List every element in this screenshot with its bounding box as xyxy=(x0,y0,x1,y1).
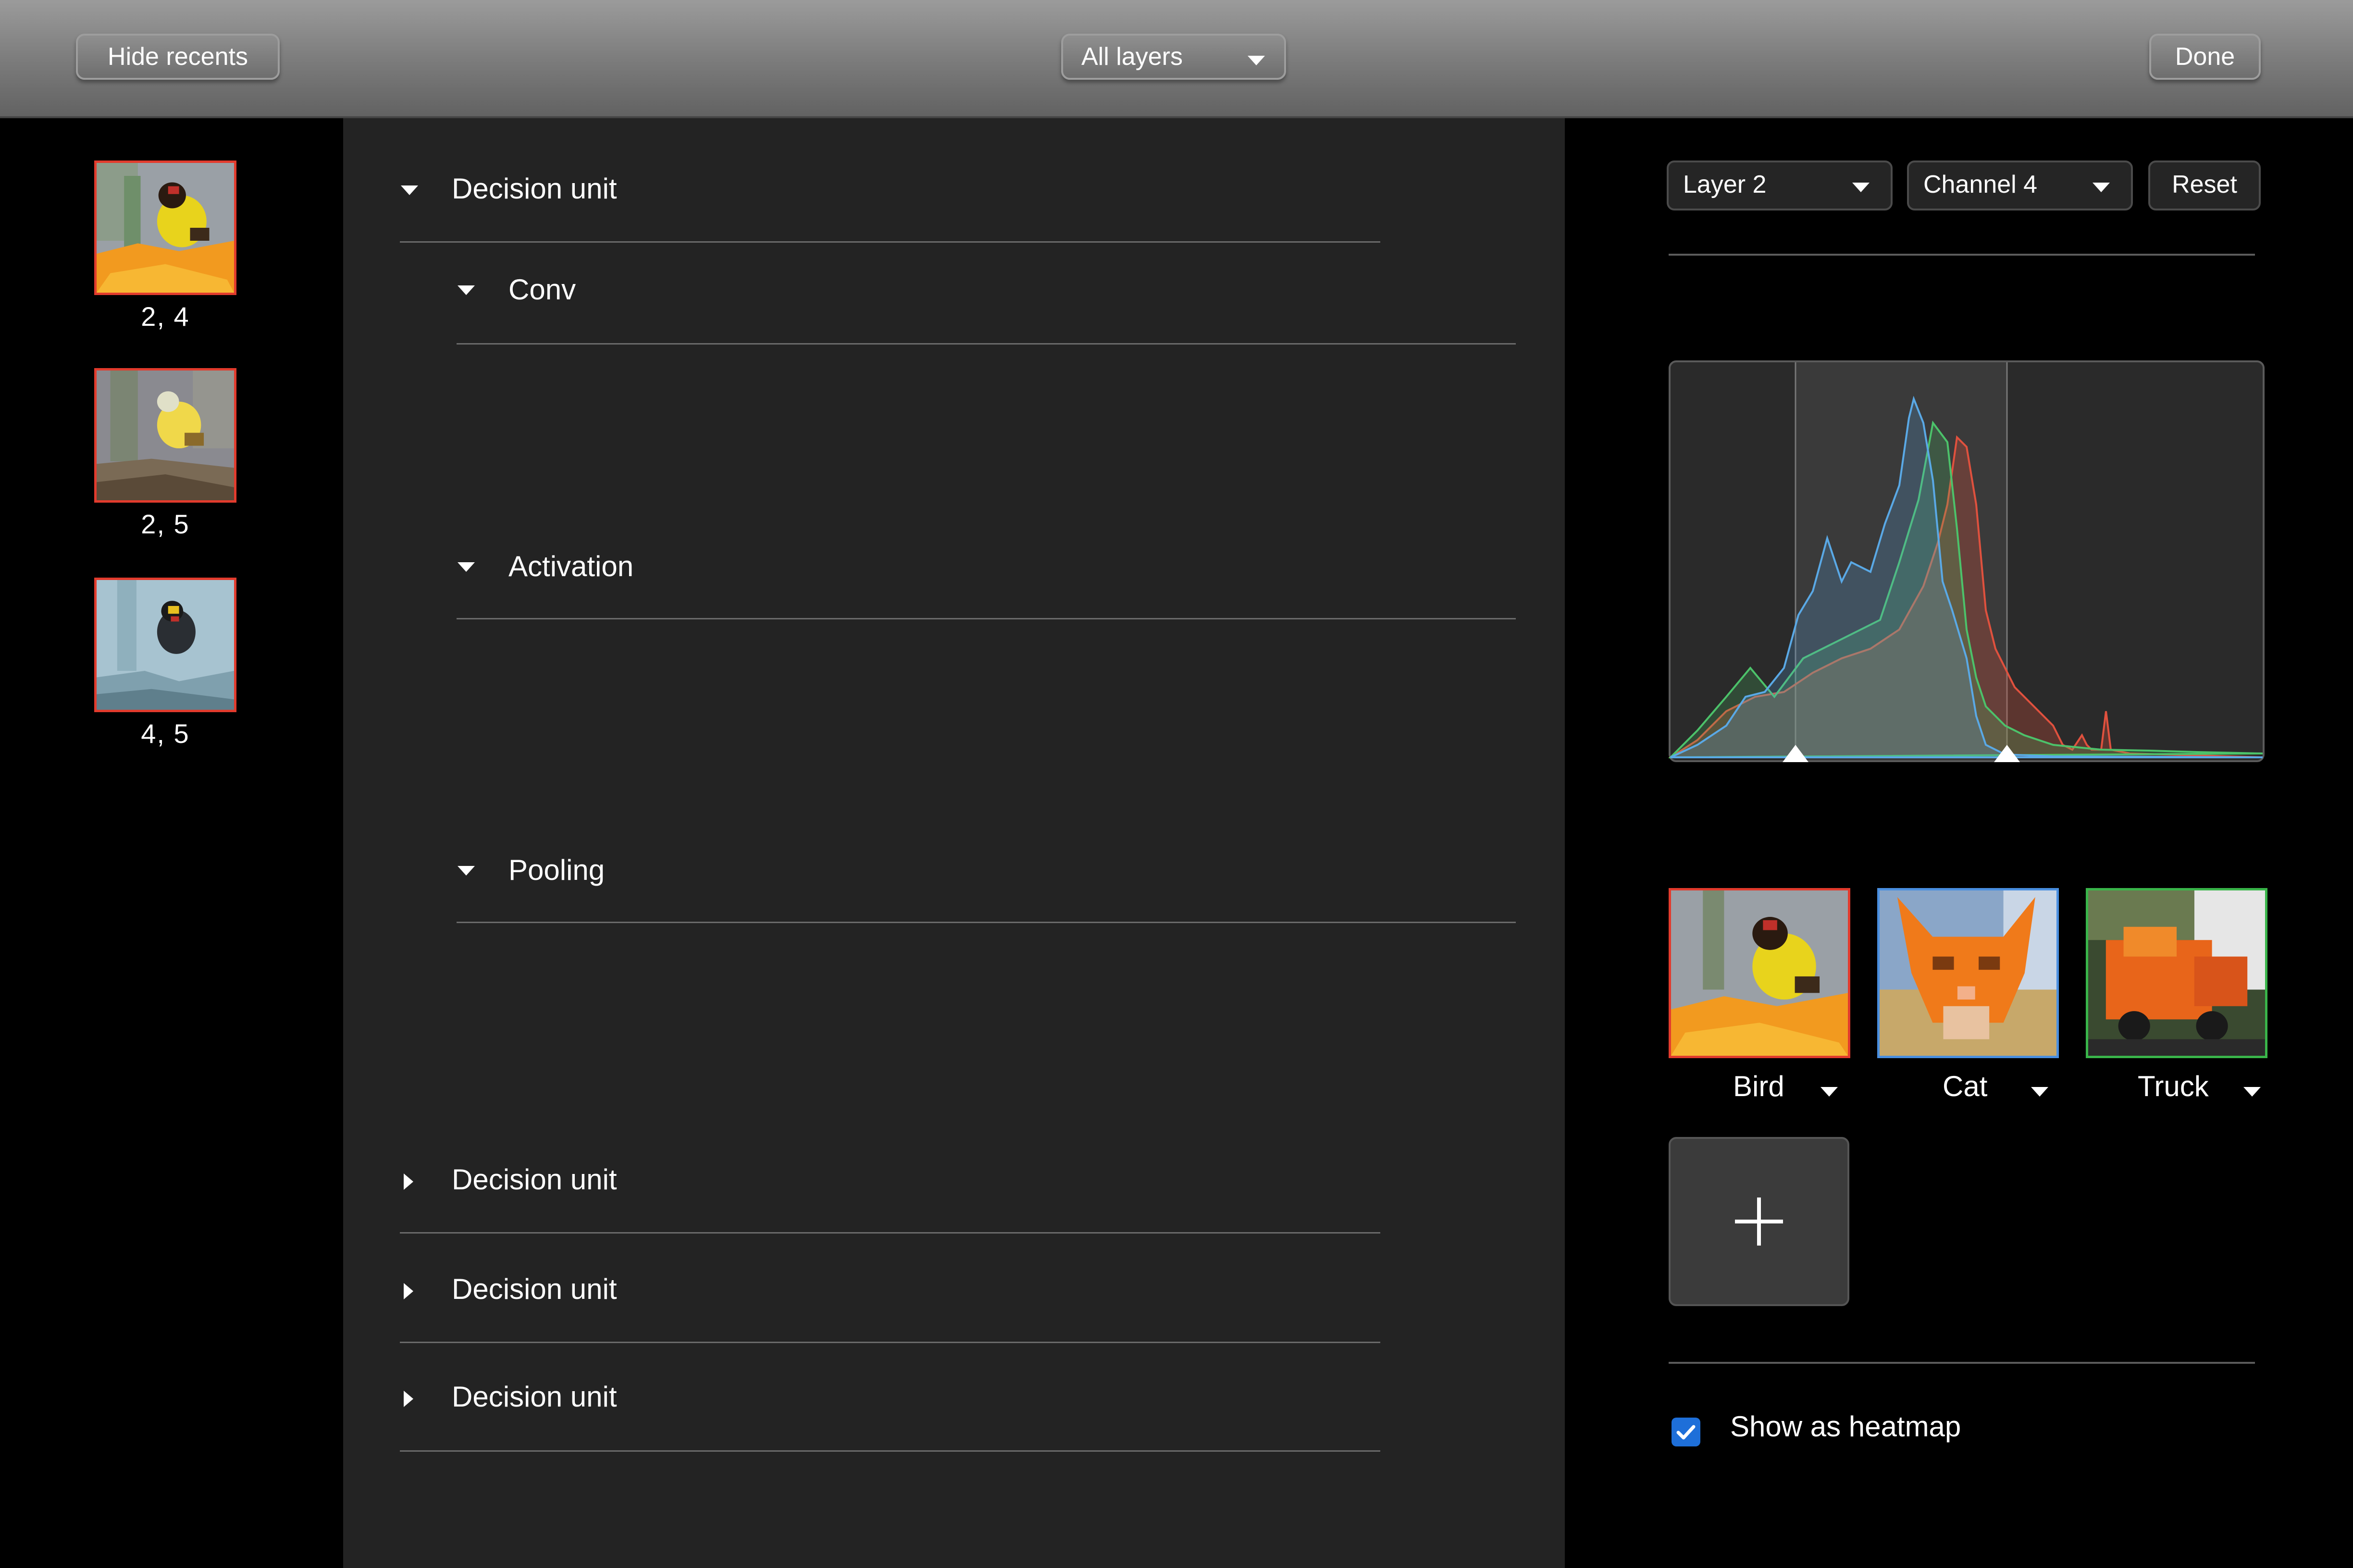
triangle-down-icon[interactable] xyxy=(458,285,475,295)
add-class-button[interactable] xyxy=(1669,1137,1849,1306)
heatmap-checkbox[interactable] xyxy=(1672,1418,1700,1446)
class-thumbnail-cat[interactable] xyxy=(1877,888,2059,1058)
tree-node-label: Activation xyxy=(508,550,634,582)
bird-image xyxy=(97,370,234,500)
channel-select-value: Channel 4 xyxy=(1923,171,2038,198)
chevron-down-icon[interactable] xyxy=(2031,1087,2048,1097)
divider xyxy=(1669,1362,2255,1364)
tree-node-label: Decision unit xyxy=(452,1381,617,1413)
triangle-down-icon[interactable] xyxy=(458,866,475,876)
recent-label: 4, 5 xyxy=(141,718,190,749)
recent-label: 2, 4 xyxy=(141,301,190,332)
class-label: Truck xyxy=(2138,1070,2209,1102)
divider xyxy=(457,618,1516,619)
layers-select-value: All layers xyxy=(1081,43,1183,71)
cat-image xyxy=(1880,890,2056,1056)
tree-node-label: Decision unit xyxy=(452,1273,617,1305)
recent-item[interactable]: 2, 5 xyxy=(94,368,236,540)
recent-item[interactable]: 4, 5 xyxy=(94,578,236,749)
divider xyxy=(1669,254,2255,256)
triangle-right-icon[interactable] xyxy=(404,1283,413,1299)
hide-recents-button[interactable]: Hide recents xyxy=(76,34,280,80)
bird-image xyxy=(97,580,234,710)
triangle-right-icon[interactable] xyxy=(404,1173,413,1190)
layers-select[interactable]: All layers xyxy=(1061,34,1286,80)
tree-node-label: Decision unit xyxy=(452,1163,617,1196)
channel-histogram[interactable] xyxy=(1669,360,2265,762)
triangle-down-icon[interactable] xyxy=(401,185,418,195)
tree-node-label: Pooling xyxy=(508,854,605,886)
divider xyxy=(400,1450,1380,1452)
recent-thumbnail xyxy=(94,161,236,295)
bird-image xyxy=(1671,890,1848,1056)
reset-button[interactable]: Reset xyxy=(2148,161,2261,210)
divider xyxy=(400,1232,1380,1234)
chevron-down-icon xyxy=(1248,56,1265,65)
divider xyxy=(400,1342,1380,1343)
chevron-down-icon[interactable] xyxy=(1820,1087,1838,1097)
layer-select-value: Layer 2 xyxy=(1683,171,1767,198)
chevron-down-icon xyxy=(1852,183,1870,192)
layer-select[interactable]: Layer 2 xyxy=(1667,161,1893,210)
truck-image xyxy=(2088,890,2265,1056)
divider xyxy=(457,343,1516,345)
check-icon xyxy=(1676,1425,1696,1440)
recent-item[interactable]: 2, 4 xyxy=(94,161,236,332)
chevron-down-icon xyxy=(2093,183,2110,192)
tree-node-label: Conv xyxy=(508,273,576,306)
top-toolbar: Hide recents All layers Done xyxy=(0,0,2353,118)
plus-icon xyxy=(1735,1198,1783,1246)
class-thumbnail-truck[interactable] xyxy=(2086,888,2267,1058)
layer-tree-panel: Decision unit Conv Activation Pooling De… xyxy=(343,118,1565,1568)
class-label: Bird xyxy=(1733,1070,1784,1102)
triangle-down-icon[interactable] xyxy=(458,562,475,572)
done-button[interactable]: Done xyxy=(2149,34,2261,80)
recent-label: 2, 5 xyxy=(141,509,190,539)
class-label: Cat xyxy=(1943,1070,1988,1102)
divider xyxy=(400,241,1380,243)
bird-image xyxy=(97,163,234,293)
channel-select[interactable]: Channel 4 xyxy=(1907,161,2133,210)
recent-thumbnail xyxy=(94,578,236,712)
heatmap-label[interactable]: Show as heatmap xyxy=(1730,1410,1961,1443)
tree-node-label: Decision unit xyxy=(452,173,617,205)
class-thumbnail-bird[interactable] xyxy=(1669,888,1850,1058)
chevron-down-icon[interactable] xyxy=(2243,1087,2261,1097)
divider xyxy=(457,922,1516,923)
recent-thumbnail xyxy=(94,368,236,503)
triangle-right-icon[interactable] xyxy=(404,1391,413,1407)
